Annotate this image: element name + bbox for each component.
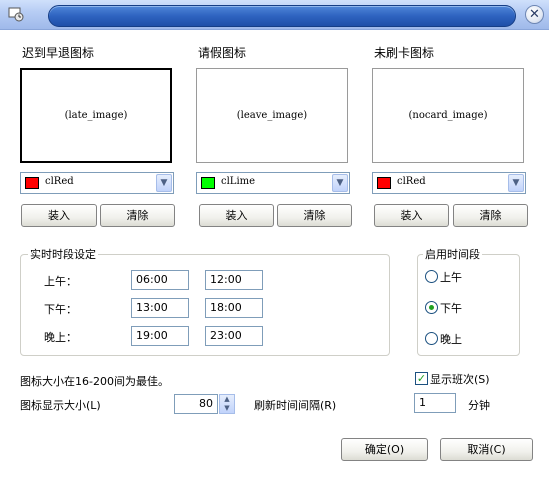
refresh-interval-input[interactable]: 1 [414, 393, 456, 413]
late-load-button[interactable]: 装入 [21, 204, 97, 227]
nocard-color-swatch [377, 177, 391, 189]
radio-morning-label: 上午 [440, 271, 462, 284]
nocard-color-select[interactable]: clRed ▼ [372, 172, 526, 194]
leave-clear-button[interactable]: 清除 [277, 204, 352, 227]
icon-size-label: 图标显示大小(L) [20, 399, 101, 412]
ok-button[interactable]: 确定(O) [341, 438, 428, 461]
nocard-color-name: clRed [397, 176, 426, 187]
evening-end-input[interactable]: 23:00 [205, 326, 263, 346]
radio-morning[interactable] [425, 270, 438, 283]
nocard-load-button[interactable]: 装入 [374, 204, 449, 227]
morning-label: 上午： [44, 275, 77, 288]
refresh-interval-label: 刷新时间间隔(R) [254, 399, 337, 412]
radio-afternoon[interactable] [425, 301, 438, 314]
radio-evening[interactable] [425, 332, 438, 345]
nocard-clear-button[interactable]: 清除 [453, 204, 528, 227]
late-icon-label: 迟到早退图标 [22, 46, 95, 60]
title-bar: ✕ [0, 0, 549, 30]
window-title [48, 5, 516, 27]
close-button[interactable]: ✕ [525, 5, 544, 24]
nocard-image-preview: (nocard_image) [372, 68, 524, 163]
show-shift-label: 显示班次(S) [430, 373, 490, 386]
evening-label: 晚上： [44, 331, 77, 344]
nocard-icon-label: 未刷卡图标 [374, 46, 435, 60]
cancel-button[interactable]: 取消(C) [440, 438, 533, 461]
radio-afternoon-label: 下午 [440, 302, 462, 315]
morning-end-input[interactable]: 12:00 [205, 270, 263, 290]
late-clear-button[interactable]: 清除 [100, 204, 175, 227]
icon-size-spinner[interactable]: ▲ ▼ [219, 394, 235, 414]
morning-start-input[interactable]: 06:00 [131, 270, 189, 290]
icon-size-hint: 图标大小在16-200间为最佳。 [20, 375, 169, 388]
chevron-down-icon[interactable]: ▼ [508, 174, 524, 192]
realtime-group-title: 实时时段设定 [28, 246, 98, 262]
leave-color-select[interactable]: clLime ▼ [196, 172, 350, 194]
evening-start-input[interactable]: 19:00 [131, 326, 189, 346]
afternoon-end-input[interactable]: 18:00 [205, 298, 263, 318]
leave-color-name: clLime [221, 176, 256, 187]
show-shift-checkbox[interactable]: ✓ [415, 372, 428, 385]
late-image-preview: (late_image) [20, 68, 172, 163]
leave-image-preview: (leave_image) [196, 68, 348, 163]
chevron-down-icon[interactable]: ▼ [332, 174, 348, 192]
spin-down-icon[interactable]: ▼ [220, 404, 234, 413]
chevron-down-icon[interactable]: ▼ [156, 174, 172, 192]
late-color-select[interactable]: clRed ▼ [20, 172, 174, 194]
leave-load-button[interactable]: 装入 [199, 204, 274, 227]
leave-icon-label: 请假图标 [198, 46, 247, 60]
enable-period-title: 启用时间段 [423, 246, 482, 262]
leave-color-swatch [201, 177, 215, 189]
radio-evening-label: 晚上 [440, 333, 462, 346]
afternoon-start-input[interactable]: 13:00 [131, 298, 189, 318]
afternoon-label: 下午： [44, 303, 77, 316]
late-color-name: clRed [45, 176, 74, 187]
spin-up-icon[interactable]: ▲ [220, 395, 234, 404]
refresh-unit-label: 分钟 [468, 399, 490, 412]
icon-size-input[interactable]: 80 [174, 394, 218, 414]
app-icon [8, 7, 24, 22]
late-color-swatch [25, 177, 39, 189]
